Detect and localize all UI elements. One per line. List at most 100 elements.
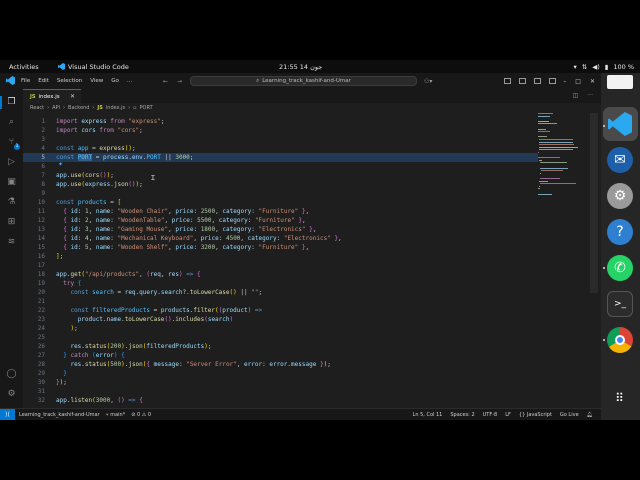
editor-scrollbar[interactable]	[590, 113, 598, 408]
dock-settings-gear-icon[interactable]: ⚙	[607, 183, 633, 209]
toggle-primary-sidebar-icon[interactable]	[504, 78, 511, 84]
menu-more[interactable]: ...	[127, 78, 132, 84]
menu-selection[interactable]: Selection	[57, 78, 82, 84]
dock-whatsapp-icon[interactable]: ✆	[607, 255, 633, 281]
code-line[interactable]: 31	[23, 387, 538, 396]
toggle-secondary-sidebar-icon[interactable]	[534, 78, 541, 84]
code-line[interactable]: 3	[23, 135, 538, 144]
status-encoding[interactable]: UTF-8	[483, 412, 498, 418]
dock-help-icon[interactable]: ?	[607, 219, 633, 245]
code-line[interactable]: 8 app.use(express.json());	[23, 180, 538, 189]
code-line[interactable]: 2 import cors from "cors";	[23, 126, 538, 135]
code-line[interactable]: 30});	[23, 378, 538, 387]
testing-icon[interactable]: ⚗	[6, 197, 17, 208]
remote-indicator-icon[interactable]: ⟩⟨	[0, 409, 15, 420]
code-line[interactable]: 6	[23, 162, 538, 171]
extensions-icon[interactable]: ⊞	[6, 217, 17, 228]
code-line[interactable]: 13 { id: 3, name: "Gaming Mouse", price:…	[23, 225, 538, 234]
manage-gear-icon[interactable]: ⚙	[6, 389, 17, 400]
code-line[interactable]: 22 const filteredProducts = products.fil…	[23, 306, 538, 315]
code-line[interactable]: 15 { id: 5, name: "Wooden Shelf", price:…	[23, 243, 538, 252]
customize-layout-icon[interactable]	[549, 78, 556, 84]
source-control-icon[interactable]: ⑂ 1	[6, 137, 20, 150]
breadcrumb-react[interactable]: React	[30, 105, 44, 111]
status-go-live[interactable]: Go Live	[560, 412, 579, 418]
more-actions-icon[interactable]: ···	[587, 92, 593, 99]
forward-arrow-icon[interactable]: →	[177, 78, 182, 85]
run-debug-icon[interactable]: ▷	[6, 157, 17, 168]
code-line[interactable]: 24 );	[23, 324, 538, 333]
code-line[interactable]: 9	[23, 189, 538, 198]
search-view-icon[interactable]: ⌕	[6, 117, 17, 128]
status-eol[interactable]: LF	[505, 412, 511, 418]
code-line[interactable]: 27 } catch (error) {	[23, 351, 538, 360]
code-line[interactable]: 17	[23, 261, 538, 270]
app-menu[interactable]: Visual Studio Code	[58, 63, 129, 71]
notifications-bell-icon[interactable]: 🔔︎	[587, 412, 593, 418]
code-line[interactable]: 29 }	[23, 369, 538, 378]
dock-show-apps-icon[interactable]: ⠿	[607, 385, 633, 411]
scrollbar-thumb[interactable]	[590, 113, 598, 293]
status-language[interactable]: {} JavaScript	[519, 412, 552, 418]
activities-button[interactable]: Activities	[9, 63, 39, 71]
code-line[interactable]: 10 const products = [	[23, 198, 538, 207]
menu-view[interactable]: View	[90, 78, 103, 84]
code-line[interactable]: 11 { id: 1, name: "Wooden Chair", price:…	[23, 207, 538, 216]
dock-text-editor-icon[interactable]	[607, 75, 633, 89]
breadcrumb-api[interactable]: API	[52, 105, 60, 111]
code-line[interactable]: 25	[23, 333, 538, 342]
account-icon[interactable]: ◯	[6, 369, 17, 380]
code-line[interactable]: 28 res.status(500).json({ message: "Serv…	[23, 360, 538, 369]
status-workspace[interactable]: Learning_track_kashif-and-Umar	[19, 412, 100, 418]
copilot-icon[interactable]: ⚇▾	[424, 78, 432, 85]
code-line[interactable]: 7 app.use(cors());	[23, 171, 538, 180]
toggle-panel-icon[interactable]	[519, 78, 526, 84]
system-tray[interactable]: ▾ ⇅ ◀) ▮ 100 %	[574, 63, 635, 71]
network-icon: ⇅	[581, 62, 588, 71]
back-arrow-icon[interactable]: ←	[163, 78, 168, 85]
breadcrumb-symbol[interactable]: PORT	[140, 105, 153, 111]
minimap[interactable]	[538, 113, 588, 203]
explorer-icon[interactable]: ❐	[0, 96, 17, 109]
code-text: });	[56, 379, 67, 386]
dock-thunderbird-icon[interactable]: ✉	[607, 147, 633, 173]
dock-vscode-icon[interactable]	[607, 111, 633, 137]
code-line[interactable]: 5 const PORT = process.env.PORT || 3000;	[23, 153, 538, 162]
maximize-icon[interactable]: □	[575, 78, 581, 85]
remote-explorer-icon[interactable]: ▣	[6, 177, 17, 188]
status-branch[interactable]: ⑂ main*	[106, 412, 126, 418]
dock-terminal-icon[interactable]: >_	[607, 291, 633, 317]
menu-edit[interactable]: Edit	[38, 78, 49, 84]
clock[interactable]: 21:55 14 جون	[279, 63, 322, 71]
split-editor-icon[interactable]: ◫	[573, 92, 579, 99]
breadcrumb-backend[interactable]: Backend	[68, 105, 89, 111]
code-line[interactable]: 16];	[23, 252, 538, 261]
code-line[interactable]: 20 const search = req.query.search?.toLo…	[23, 288, 538, 297]
command-center[interactable]: ⌕ Learning_track_kashif-and-Umar	[190, 76, 417, 86]
lightbulb-icon[interactable]: ✦	[58, 162, 64, 168]
code-line[interactable]: 12 { id: 2, name: "WoodenTable", price: …	[23, 216, 538, 225]
code-editor[interactable]: 32 app.listen(3000, () => {31 30}); 29 } 28 …	[23, 113, 601, 408]
menu-go[interactable]: Go	[111, 78, 119, 84]
database-icon[interactable]: ≋	[6, 237, 17, 248]
code-line[interactable]: 4 const app = express();	[23, 144, 538, 153]
code-line[interactable]: 19 try {	[23, 279, 538, 288]
code-line[interactable]: 23 product.name.toLowerCase().includes(s…	[23, 315, 538, 324]
line-number: 4	[41, 145, 45, 152]
code-line[interactable]: 21	[23, 297, 538, 306]
code-line[interactable]: 18 app.get("/api/products", (req, res) =>…	[23, 270, 538, 279]
minimize-icon[interactable]: –	[563, 78, 566, 85]
tab-index-js[interactable]: JS index.js ✕	[23, 89, 81, 103]
status-problems[interactable]: ⊘ 0 ⚠ 0	[131, 412, 151, 418]
breadcrumb-file[interactable]: index.js	[106, 105, 125, 111]
menu-file[interactable]: File	[21, 78, 30, 84]
close-window-icon[interactable]: ✕	[590, 78, 595, 85]
status-cursor-position[interactable]: Ln 5, Col 11	[413, 412, 443, 418]
code-line[interactable]: 1 import express from "express";	[23, 117, 538, 126]
code-line[interactable]: 26 res.status(200).json(filteredProducts…	[23, 342, 538, 351]
code-line[interactable]: 32 app.listen(3000, () => {	[23, 396, 538, 405]
dock-chrome-icon[interactable]	[607, 327, 633, 353]
close-tab-icon[interactable]: ✕	[70, 93, 75, 100]
code-line[interactable]: 14 { id: 4, name: "Mechanical Keyboard",…	[23, 234, 538, 243]
status-indentation[interactable]: Spaces: 2	[450, 412, 474, 418]
